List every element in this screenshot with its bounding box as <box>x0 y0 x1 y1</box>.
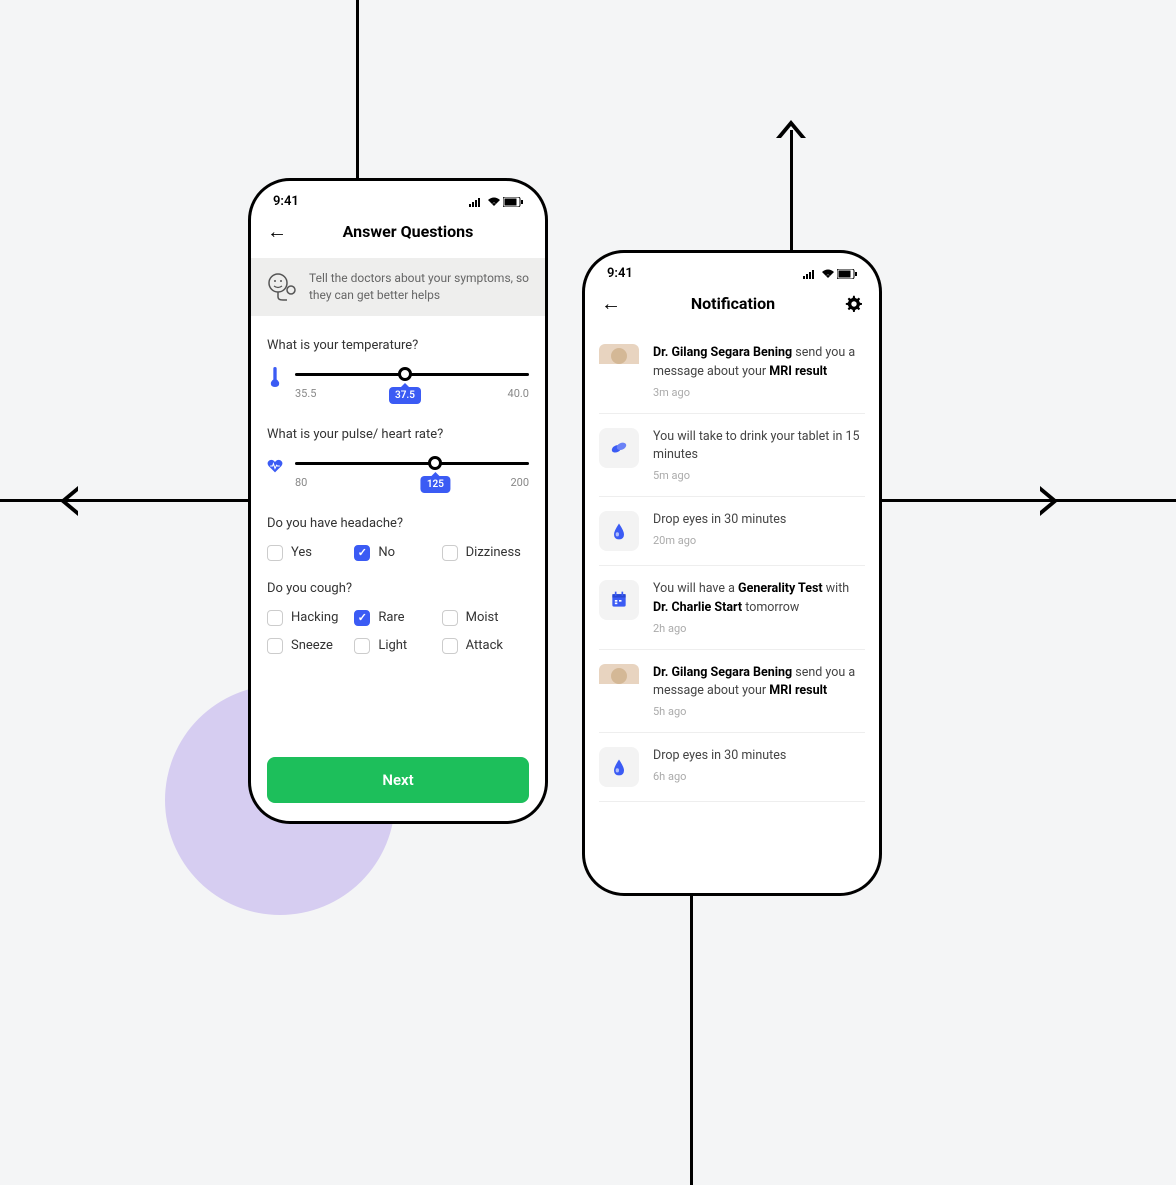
slider-temperature[interactable]: 35.5 40.0 37.5 <box>295 367 529 409</box>
arrow-right-icon <box>1038 486 1058 520</box>
signal-icon <box>469 197 485 207</box>
notification-item[interactable]: Dr. Gilang Segara Bening send you a mess… <box>599 650 865 734</box>
next-button[interactable]: Next <box>267 757 529 803</box>
back-icon[interactable]: ← <box>601 291 621 316</box>
question-temp: What is your temperature? <box>267 338 529 353</box>
notification-time: 20m ago <box>653 534 865 547</box>
checkbox-icon[interactable] <box>354 638 370 654</box>
notification-time: 5h ago <box>653 705 865 718</box>
checkbox-icon[interactable] <box>354 545 370 561</box>
diagram-vline-top <box>356 0 359 180</box>
status-icons <box>803 269 857 279</box>
notification-text: Drop eyes in 30 minutes <box>653 511 865 530</box>
question-cough: Do you cough? <box>267 581 529 596</box>
diagram-hline-left <box>0 499 260 502</box>
option-no[interactable]: No <box>354 545 441 561</box>
question-pulse: What is your pulse/ heart rate? <box>267 427 529 442</box>
checkbox-icon[interactable] <box>442 545 458 561</box>
checkbox-icon[interactable] <box>267 545 283 561</box>
checkbox-icon[interactable] <box>267 610 283 626</box>
status-bar: 9:41 <box>251 181 545 209</box>
wifi-icon <box>821 269 835 279</box>
notification-text: Drop eyes in 30 minutes <box>653 747 865 766</box>
slider-min: 35.5 <box>295 387 316 400</box>
option-label: Moist <box>466 610 499 625</box>
option-light[interactable]: Light <box>354 638 441 654</box>
slider-max: 40.0 <box>508 387 529 400</box>
header: ← Notification <box>585 281 879 330</box>
option-label: Dizziness <box>466 545 521 560</box>
avatar <box>599 664 639 704</box>
option-label: Yes <box>291 545 312 560</box>
checkbox-icon[interactable] <box>354 610 370 626</box>
avatar <box>599 344 639 384</box>
slider-value: 125 <box>421 476 450 493</box>
notification-item[interactable]: You will have a Generality Test with Dr.… <box>599 566 865 650</box>
wifi-icon <box>487 197 501 207</box>
option-moist[interactable]: Moist <box>442 610 529 626</box>
notification-item[interactable]: You will take to drink your tablet in 15… <box>599 414 865 498</box>
option-label: Hacking <box>291 610 338 625</box>
notification-time: 6h ago <box>653 770 865 783</box>
checkbox-icon[interactable] <box>267 638 283 654</box>
checkbox-icon[interactable] <box>442 610 458 626</box>
stethoscope-icon <box>265 270 297 302</box>
option-rare[interactable]: Rare <box>354 610 441 626</box>
phone-notifications: 9:41 ← Notification Dr. Gilang Segara Be… <box>582 250 882 896</box>
option-yes[interactable]: Yes <box>267 545 354 561</box>
battery-icon <box>837 269 857 279</box>
question-headache: Do you have headache? <box>267 516 529 531</box>
option-attack[interactable]: Attack <box>442 638 529 654</box>
info-banner: Tell the doctors about your symptoms, so… <box>251 258 545 316</box>
page-title: Answer Questions <box>287 222 529 241</box>
drop-icon <box>599 747 639 787</box>
header: ← Answer Questions <box>251 209 545 258</box>
notification-text: You will take to drink your tablet in 15… <box>653 428 865 466</box>
diagram-hline-right <box>880 499 1176 502</box>
slider-min: 80 <box>295 476 307 489</box>
slider-max: 200 <box>510 476 529 489</box>
option-label: Sneeze <box>291 638 333 653</box>
option-label: Light <box>378 638 407 653</box>
arrow-left-icon <box>60 486 80 520</box>
battery-icon <box>503 197 523 207</box>
arrow-up-icon <box>776 120 806 140</box>
back-icon[interactable]: ← <box>267 219 287 244</box>
option-label: Attack <box>466 638 503 653</box>
thermometer-icon <box>267 367 283 387</box>
notification-item[interactable]: Drop eyes in 30 minutes 6h ago <box>599 733 865 802</box>
diagram-arrow-up-stem <box>790 130 793 250</box>
slider-value: 37.5 <box>389 387 421 404</box>
drop-icon <box>599 511 639 551</box>
cal-icon <box>599 580 639 620</box>
notification-time: 5m ago <box>653 469 865 482</box>
notification-text: Dr. Gilang Segara Bening send you a mess… <box>653 344 865 382</box>
status-time: 9:41 <box>607 266 633 281</box>
slider-pulse[interactable]: 80 200 125 <box>295 456 529 498</box>
notification-time: 2h ago <box>653 622 865 635</box>
option-hacking[interactable]: Hacking <box>267 610 354 626</box>
notification-text: Dr. Gilang Segara Bening send you a mess… <box>653 664 865 702</box>
notification-item[interactable]: Dr. Gilang Segara Bening send you a mess… <box>599 330 865 414</box>
checkbox-icon[interactable] <box>442 638 458 654</box>
option-sneeze[interactable]: Sneeze <box>267 638 354 654</box>
page-title: Notification <box>621 294 845 313</box>
heart-rate-icon <box>267 456 283 476</box>
status-time: 9:41 <box>273 194 299 209</box>
notification-item[interactable]: Drop eyes in 30 minutes 20m ago <box>599 497 865 566</box>
status-icons <box>469 197 523 207</box>
phone-questions: 9:41 ← Answer Questions Tell the doctors… <box>248 178 548 824</box>
status-bar: 9:41 <box>585 253 879 281</box>
banner-text: Tell the doctors about your symptoms, so… <box>309 270 531 304</box>
signal-icon <box>803 269 819 279</box>
option-label: No <box>378 545 395 560</box>
notification-time: 3m ago <box>653 386 865 399</box>
pill-icon <box>599 428 639 468</box>
option-label: Rare <box>378 610 404 625</box>
gear-icon[interactable] <box>845 295 863 313</box>
option-dizziness[interactable]: Dizziness <box>442 545 529 561</box>
notification-text: You will have a Generality Test with Dr.… <box>653 580 865 618</box>
